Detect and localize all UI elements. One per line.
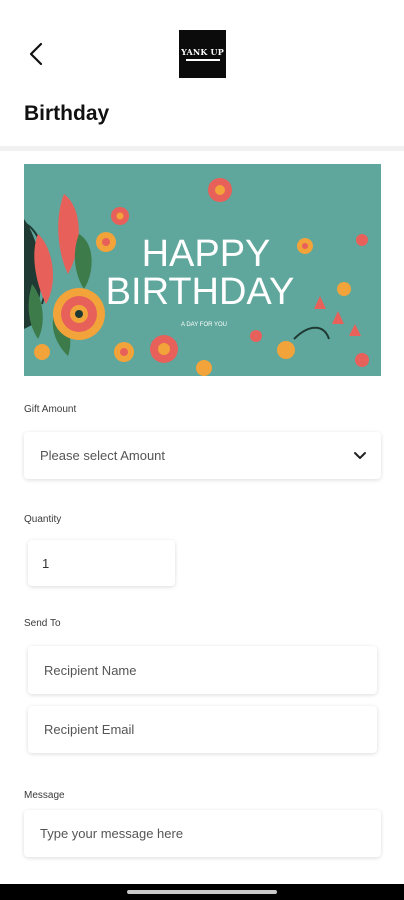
page-title: Birthday xyxy=(24,102,110,125)
header-divider xyxy=(0,146,404,151)
gift-amount-label: Gift Amount xyxy=(24,404,77,415)
card-headline-birthday: BIRTHDAY xyxy=(106,271,295,313)
logo-underline xyxy=(185,58,220,61)
card-tagline: A DAY FOR YOU xyxy=(181,322,227,328)
quantity-value: 1 xyxy=(42,555,50,571)
recipient-name-placeholder: Recipient Name xyxy=(44,662,137,678)
chevron-left-icon xyxy=(29,42,43,66)
system-navigation-bar xyxy=(0,884,404,900)
quantity-input[interactable]: 1 xyxy=(28,540,175,586)
card-headline-happy: HAPPY xyxy=(142,233,271,275)
recipient-email-input[interactable]: Recipient Email xyxy=(28,706,377,753)
chevron-down-icon xyxy=(354,451,366,459)
home-gesture-handle[interactable] xyxy=(127,890,277,894)
birthday-card-artwork: HAPPY BIRTHDAY A DAY FOR YOU xyxy=(24,164,381,376)
back-button[interactable] xyxy=(22,38,50,70)
gift-amount-placeholder: Please select Amount xyxy=(40,448,166,463)
recipient-email-placeholder: Recipient Email xyxy=(44,722,135,737)
recipient-name-input[interactable]: Recipient Name xyxy=(28,646,377,694)
message-input[interactable]: Type your message here xyxy=(24,810,381,857)
app-header: YANK UP Birthday xyxy=(0,0,404,145)
gift-amount-select[interactable]: Please select Amount xyxy=(24,432,381,479)
gift-card-image: HAPPY BIRTHDAY A DAY FOR YOU xyxy=(24,164,381,376)
send-to-label: Send To xyxy=(24,618,61,629)
quantity-label: Quantity xyxy=(24,514,62,525)
message-label: Message xyxy=(24,790,65,801)
bottom-spacer xyxy=(0,866,404,884)
logo-text: YANK UP xyxy=(181,46,224,57)
message-placeholder: Type your message here xyxy=(40,826,184,841)
brand-logo: YANK UP xyxy=(179,30,226,78)
